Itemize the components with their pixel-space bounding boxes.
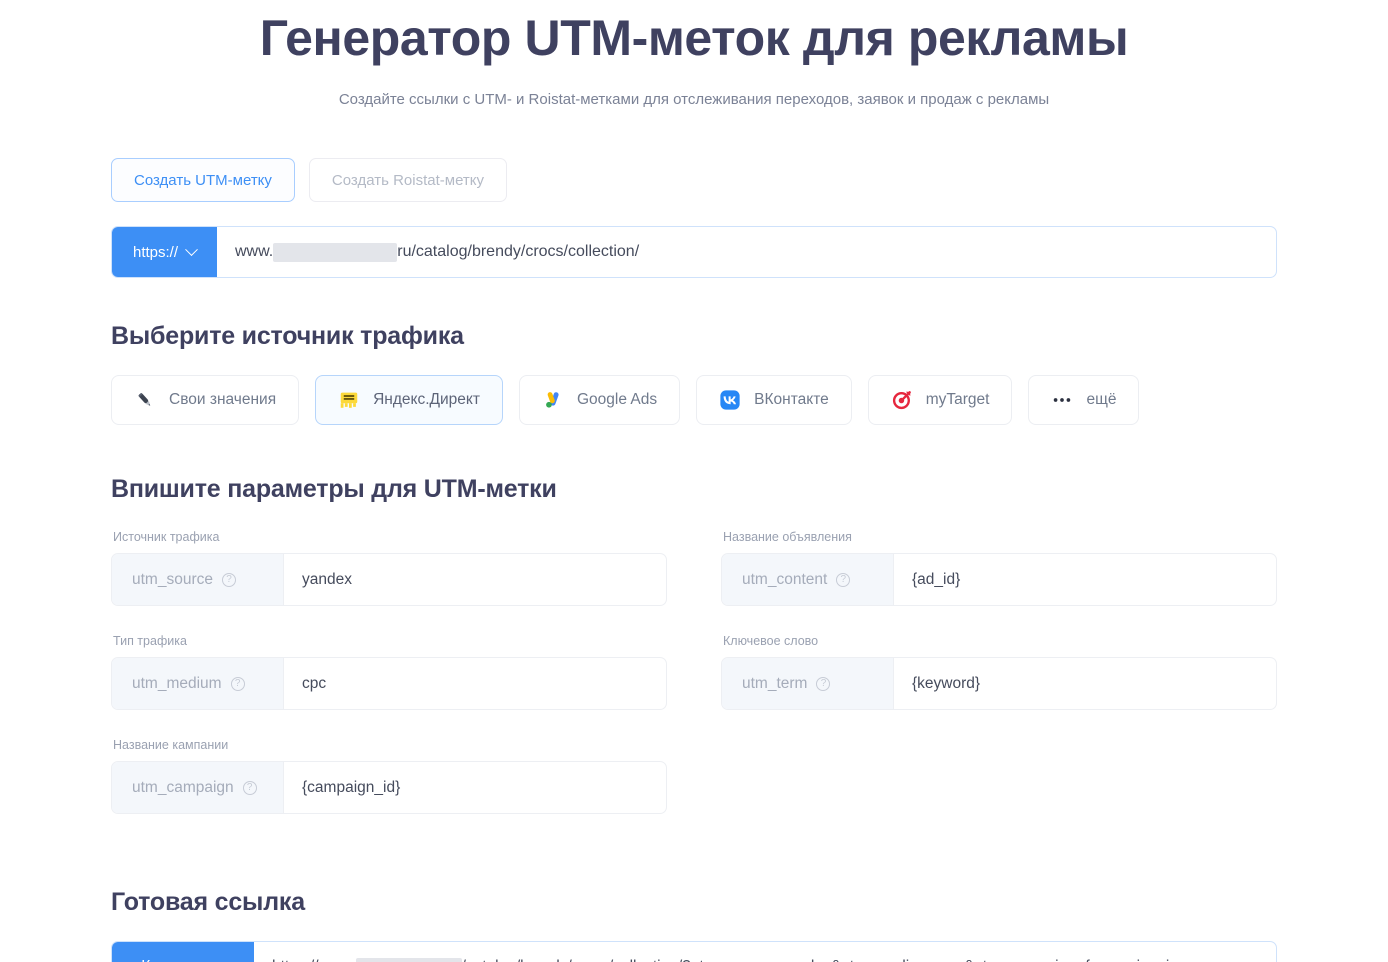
field-key: utm_source ? xyxy=(112,554,284,605)
field-utm-medium: Тип трафика utm_medium ? cpc xyxy=(111,634,667,710)
ellipsis-icon xyxy=(1054,398,1071,402)
help-icon[interactable]: ? xyxy=(242,780,257,795)
source-chip-label: Google Ads xyxy=(576,391,658,408)
help-icon[interactable]: ? xyxy=(816,676,831,691)
result-section-title: Готовая ссылка xyxy=(111,888,305,916)
help-icon[interactable]: ? xyxy=(221,572,236,587)
help-icon[interactable]: ? xyxy=(230,676,245,691)
source-chip-yandex-direct[interactable]: Яндекс.Директ xyxy=(315,375,503,425)
field-value-input[interactable]: {ad_id} xyxy=(894,554,1276,605)
result-link-input[interactable]: https://www. /catalog/brendy/crocs/collec… xyxy=(254,942,1276,962)
tab-create-roistat[interactable]: Создать Roistat-метку xyxy=(308,158,508,202)
chevron-down-icon xyxy=(185,242,198,256)
result-link-bar: Копировать https://www. /catalog/brendy/c… xyxy=(111,941,1277,962)
result-link-prefix: https://www. xyxy=(272,958,356,962)
field-row: utm_content ? {ad_id} xyxy=(721,553,1277,606)
url-input[interactable]: www. ru/catalog/brendy/crocs/collection/ xyxy=(217,227,1276,277)
result-link-suffix: /catalog/brendy/crocs/collection/?utm_so… xyxy=(462,958,1170,962)
field-utm-campaign: Название кампании utm_campaign ? {campai… xyxy=(111,738,667,814)
redacted-domain xyxy=(273,242,398,262)
yandex-direct-icon xyxy=(340,392,358,408)
field-row: utm_source ? yandex xyxy=(111,553,667,606)
copy-button[interactable]: Копировать xyxy=(112,942,254,962)
sources-section-title: Выберите источник трафика xyxy=(111,322,464,350)
field-row: utm_medium ? cpc xyxy=(111,657,667,710)
field-value-input[interactable]: yandex xyxy=(284,554,666,605)
params-section-title: Впишите параметры для UTM-метки xyxy=(111,475,557,503)
field-value-input[interactable]: {campaign_id} xyxy=(284,762,666,813)
field-key-label: utm_term xyxy=(742,674,808,692)
source-chip-custom[interactable]: Свои значения xyxy=(111,375,300,425)
field-key: utm_campaign ? xyxy=(112,762,284,813)
source-chip-mytarget[interactable]: myTarget xyxy=(867,375,1013,425)
source-chip-label: ещё xyxy=(1086,391,1117,408)
url-text-prefix: www. xyxy=(235,243,274,260)
tab-create-utm[interactable]: Создать UTM-метку xyxy=(111,158,295,202)
field-key: utm_content ? xyxy=(722,554,894,605)
field-label: Тип трафика xyxy=(113,634,187,648)
pencil-icon xyxy=(138,393,151,406)
url-text-suffix: ru/catalog/brendy/crocs/collection/ xyxy=(397,243,640,260)
google-ads-icon xyxy=(546,392,559,408)
protocol-label: https:// xyxy=(132,243,179,261)
source-chip-label: myTarget xyxy=(925,391,990,408)
source-chip-label: Свои значения xyxy=(169,391,277,408)
field-key-label: utm_medium xyxy=(132,674,222,692)
url-input-bar: https:// www. ru/catalog/brendy/crocs/col… xyxy=(111,226,1277,278)
field-utm-source: Источник трафика utm_source ? yandex xyxy=(111,530,667,606)
field-key-label: utm_content xyxy=(742,570,828,588)
params-column-right: Название объявления utm_content ? {ad_id… xyxy=(721,530,1277,842)
protocol-select[interactable]: https:// xyxy=(112,227,217,277)
field-key: utm_term ? xyxy=(722,658,894,709)
field-utm-content: Название объявления utm_content ? {ad_id… xyxy=(721,530,1277,606)
field-label: Ключевое слово xyxy=(723,634,819,648)
field-key-label: utm_source xyxy=(132,570,213,588)
field-label: Название объявления xyxy=(723,530,852,544)
mytarget-icon xyxy=(892,391,911,410)
source-chip-vkontakte[interactable]: ВКонтакте xyxy=(696,375,852,425)
source-chip-label: Яндекс.Директ xyxy=(373,391,480,408)
page-title: Генератор UTM-меток для рекламы xyxy=(259,10,1129,66)
source-chip-google-ads[interactable]: Google Ads xyxy=(518,375,681,425)
utm-generator-page: Генератор UTM-меток для рекламы Создайте… xyxy=(0,0,1388,962)
source-chip-more[interactable]: ещё xyxy=(1028,375,1140,425)
field-row: utm_term ? {keyword} xyxy=(721,657,1277,710)
mode-tabs: Создать UTM-метку Создать Roistat-метку xyxy=(111,158,1277,202)
source-chip-label: ВКонтакте xyxy=(754,391,829,408)
field-value-input[interactable]: {keyword} xyxy=(894,658,1276,709)
page-subtitle: Создайте ссылки с UTM- и Roistat-метками… xyxy=(338,91,1050,108)
field-label: Источник трафика xyxy=(113,530,220,544)
field-key: utm_medium ? xyxy=(112,658,284,709)
redacted-domain xyxy=(355,957,462,962)
field-value-input[interactable]: cpc xyxy=(284,658,666,709)
traffic-source-list: Свои значения Яндекс.Директ Google Ads В… xyxy=(111,375,1277,425)
content-wrapper: Создать UTM-метку Создать Roistat-метку … xyxy=(111,158,1277,962)
field-utm-term: Ключевое слово utm_term ? {keyword} xyxy=(721,634,1277,710)
vk-icon xyxy=(720,390,740,410)
field-label: Название кампании xyxy=(113,738,229,752)
field-row: utm_campaign ? {campaign_id} xyxy=(111,761,667,814)
params-column-left: Источник трафика utm_source ? yandex Тип… xyxy=(111,530,667,842)
help-icon[interactable]: ? xyxy=(836,572,851,587)
utm-params-grid: Источник трафика utm_source ? yandex Тип… xyxy=(111,530,1277,842)
field-key-label: utm_campaign xyxy=(132,778,234,796)
